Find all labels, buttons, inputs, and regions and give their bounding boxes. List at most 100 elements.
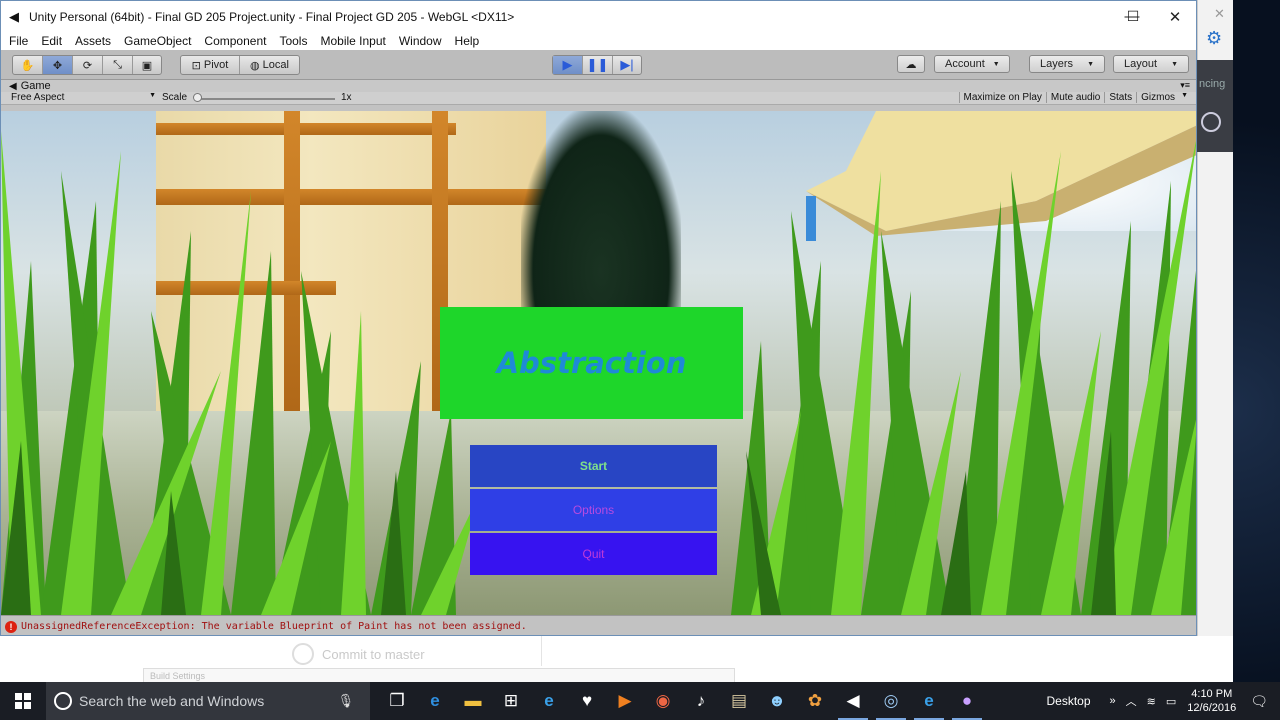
owl-app-icon[interactable]: ☻ <box>758 682 796 720</box>
editor-toolbar: ✋ ✥ ⟳ ⤡ ▣ ⊡ Pivot ◍ Local ▶ ❚❚ ▶| ☁ Accoun… <box>1 50 1196 80</box>
menu-file[interactable]: File <box>9 34 28 48</box>
notepad-icon[interactable]: ▤ <box>720 682 758 720</box>
game-tab-bar: ◀ Game ▾≡ <box>1 80 1196 92</box>
start-button[interactable] <box>0 682 46 720</box>
app-icon[interactable]: ♪ <box>682 682 720 720</box>
scale-value: 1x <box>341 92 352 103</box>
menu-component[interactable]: Component <box>204 34 266 48</box>
chevron-down-icon: ▼ <box>1171 60 1178 68</box>
options-button[interactable]: Options <box>470 489 717 531</box>
cloud-button[interactable]: ☁ <box>897 55 925 73</box>
clock-date: 12/6/2016 <box>1187 702 1237 714</box>
aspect-dropdown[interactable]: Free Aspect ▼ <box>11 92 156 103</box>
search-placeholder: Search the web and Windows <box>79 693 265 709</box>
menu-gameobject[interactable]: GameObject <box>124 34 191 48</box>
battery-icon[interactable]: ▭ <box>1166 695 1176 708</box>
close-button[interactable]: ✕ <box>1153 1 1196 32</box>
step-icon: ▶| <box>620 57 634 72</box>
wifi-icon[interactable]: ≋ <box>1147 695 1156 708</box>
iheart-icon[interactable]: ♥ <box>568 682 606 720</box>
commit-button[interactable]: Commit to master <box>292 643 425 665</box>
local-button[interactable]: ◍ Local <box>240 56 299 74</box>
notification-icon[interactable]: 🗨 <box>1250 693 1268 710</box>
visual-studio-icon[interactable]: ● <box>948 682 986 720</box>
pivot-icon: ⊡ <box>191 59 201 72</box>
clock[interactable]: 4:10 PM 12/6/2016 <box>1187 687 1236 715</box>
taskbar-search[interactable]: Search the web and Windows 🎙 <box>46 682 370 720</box>
desktop-toolbar[interactable]: Desktop <box>1047 694 1091 708</box>
pause-button[interactable]: ❚❚ <box>583 56 613 74</box>
layout-dropdown[interactable]: Layout ▼ <box>1113 55 1189 73</box>
internet-explorer-running-icon[interactable]: e <box>910 682 948 720</box>
commit-icon <box>292 643 314 665</box>
close-icon[interactable]: ✕ <box>1214 6 1225 22</box>
internet-explorer-icon[interactable]: e <box>530 682 568 720</box>
account-dropdown[interactable]: Account ▼ <box>934 55 1010 73</box>
transform-tools: ✋ ✥ ⟳ ⤡ ▣ <box>12 55 162 75</box>
unity-logo-icon: ◀ <box>9 8 19 24</box>
cortana-icon <box>54 692 72 710</box>
mute-audio-toggle[interactable]: Mute audio <box>1045 92 1104 103</box>
step-button[interactable]: ▶| <box>613 56 641 74</box>
play-icon: ▶ <box>562 57 573 72</box>
gizmos-dropdown[interactable]: Gizmos <box>1136 92 1179 103</box>
layers-label: Layers <box>1040 58 1074 70</box>
windows-logo-icon <box>15 693 31 709</box>
menu-bar: File Edit Assets GameObject Component To… <box>1 32 1196 50</box>
menu-assets[interactable]: Assets <box>75 34 111 48</box>
loading-ring-icon <box>1201 112 1221 132</box>
build-settings-window[interactable]: Build Settings <box>143 668 735 682</box>
title-bar[interactable]: ◀ Unity Personal (64bit) - Final GD 205 … <box>1 1 1196 32</box>
playback-controls: ▶ ❚❚ ▶| <box>552 55 642 75</box>
rotate-tool-icon[interactable]: ⟳ <box>73 56 103 74</box>
scale-slider-track[interactable] <box>197 98 335 100</box>
stats-toggle[interactable]: Stats <box>1104 92 1136 103</box>
maximize-on-play-toggle[interactable]: Maximize on Play <box>958 92 1046 103</box>
background-app-window: Commit to master Build Settings <box>0 636 1233 682</box>
rect-tool-icon[interactable]: ▣ <box>133 56 161 74</box>
paint-app-icon[interactable]: ✿ <box>796 682 834 720</box>
chevron-down-icon: ▼ <box>1181 92 1188 99</box>
scale-slider-handle[interactable] <box>193 93 202 102</box>
console-message[interactable]: UnassignedReferenceException: The variab… <box>21 621 527 632</box>
microphone-icon[interactable]: 🎙 <box>337 693 354 709</box>
clock-time: 4:10 PM <box>1191 688 1233 700</box>
system-tray: Desktop » ︿ ≋ ▭ 4:10 PM 12/6/2016 🗨 <box>1047 682 1280 720</box>
pivot-button[interactable]: ⊡ Pivot <box>181 56 240 74</box>
play-button[interactable]: ▶ <box>553 56 583 74</box>
aspect-label: Free Aspect <box>11 92 65 103</box>
game-viewport[interactable]: Abstraction Start Options Quit <box>1 111 1196 615</box>
start-button[interactable]: Start <box>470 445 717 487</box>
move-tool-icon[interactable]: ✥ <box>43 56 73 74</box>
chevron-up-icon[interactable]: ︿ <box>1126 693 1137 709</box>
game-title-panel: Abstraction <box>440 307 743 419</box>
maximize-button[interactable]: ☐ <box>1111 1 1155 32</box>
tab-menu-icon[interactable]: ▾≡ <box>1180 80 1190 91</box>
chevron-right-icon[interactable]: » <box>1110 695 1116 707</box>
quit-button[interactable]: Quit <box>470 533 717 575</box>
edge-icon[interactable]: e <box>416 682 454 720</box>
hand-tool-icon[interactable]: ✋ <box>13 56 43 74</box>
chrome-icon[interactable]: ◉ <box>644 682 682 720</box>
store-icon[interactable]: ⊞ <box>492 682 530 720</box>
scale-tool-icon[interactable]: ⤡ <box>103 56 133 74</box>
github-app-icon[interactable]: ◎ <box>872 682 910 720</box>
chevron-down-icon: ▼ <box>992 60 1000 68</box>
menu-edit[interactable]: Edit <box>41 34 62 48</box>
menu-window[interactable]: Window <box>399 34 442 48</box>
background-dark-panel: ncing <box>1197 60 1233 152</box>
game-tab[interactable]: Game <box>21 80 51 92</box>
menu-tools[interactable]: Tools <box>279 34 307 48</box>
game-view-options: Free Aspect ▼ Scale 1x Maximize on Play … <box>1 92 1196 105</box>
task-view-icon[interactable]: ❐ <box>378 682 416 720</box>
file-explorer-icon[interactable]: ▬ <box>454 682 492 720</box>
menu-help[interactable]: Help <box>455 34 480 48</box>
console-status-bar[interactable]: ! UnassignedReferenceException: The vari… <box>1 615 1196 635</box>
pivot-toggles: ⊡ Pivot ◍ Local <box>180 55 300 75</box>
unity-app-icon[interactable]: ◀ <box>834 682 872 720</box>
layers-dropdown[interactable]: Layers ▼ <box>1029 55 1105 73</box>
menu-mobile-input[interactable]: Mobile Input <box>320 34 385 48</box>
game-view-toggles: Maximize on Play Mute audio Stats Gizmos… <box>958 92 1190 103</box>
media-player-icon[interactable]: ▶ <box>606 682 644 720</box>
gear-icon[interactable]: ⚙ <box>1206 28 1222 49</box>
